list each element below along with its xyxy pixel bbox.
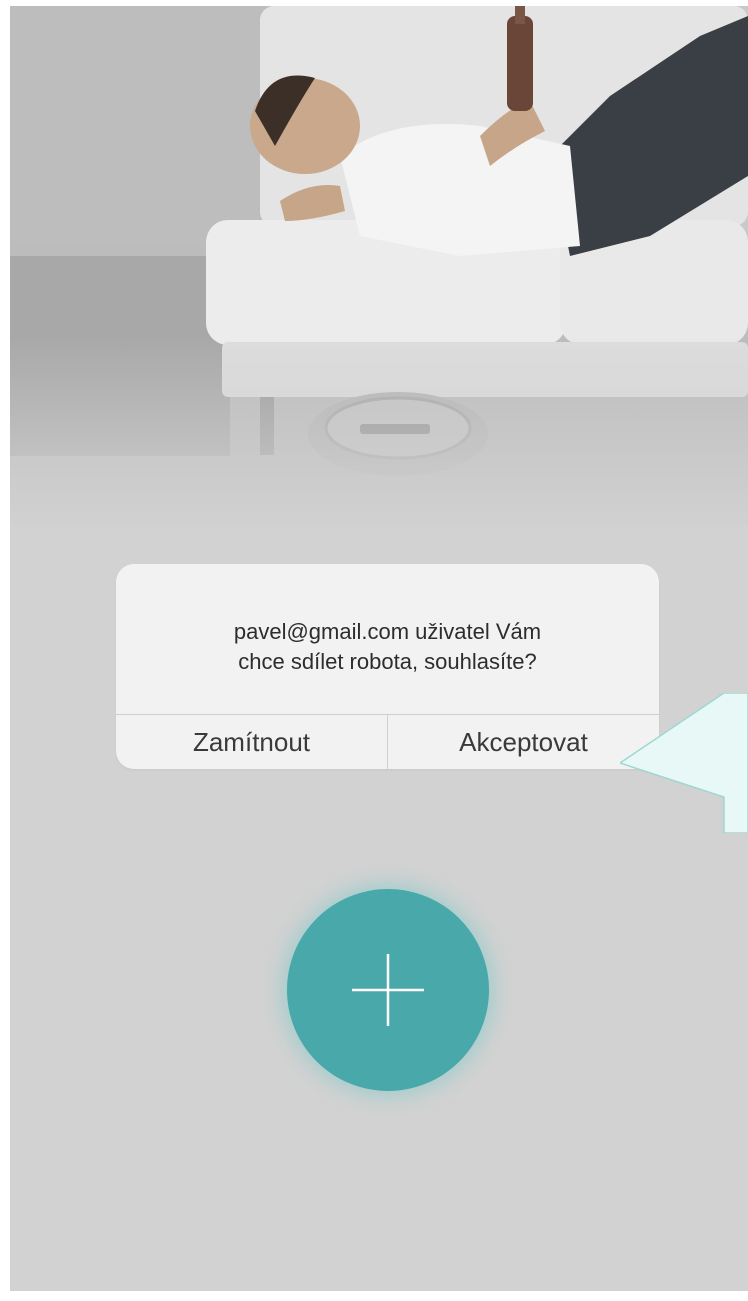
hero-fade-overlay <box>10 336 748 536</box>
app-screen: pavel@gmail.com uživatel Vám chce sdílet… <box>10 6 748 1291</box>
dialog-actions: Zamítnout Akceptovat <box>116 715 659 769</box>
dialog-message-line1: pavel@gmail.com uživatel Vám <box>233 619 542 644</box>
plus-icon <box>352 954 424 1026</box>
accept-button[interactable]: Akceptovat <box>388 715 659 769</box>
dialog-message-line2: chce sdílet robota, souhlasíte? <box>238 649 537 674</box>
callout-pointer <box>620 693 748 833</box>
hero-image <box>10 6 748 536</box>
add-robot-button[interactable] <box>287 889 489 1091</box>
share-robot-dialog: pavel@gmail.com uživatel Vám chce sdílet… <box>116 564 659 769</box>
decline-button[interactable]: Zamítnout <box>116 715 387 769</box>
dialog-message: pavel@gmail.com uživatel Vám chce sdílet… <box>116 564 659 714</box>
